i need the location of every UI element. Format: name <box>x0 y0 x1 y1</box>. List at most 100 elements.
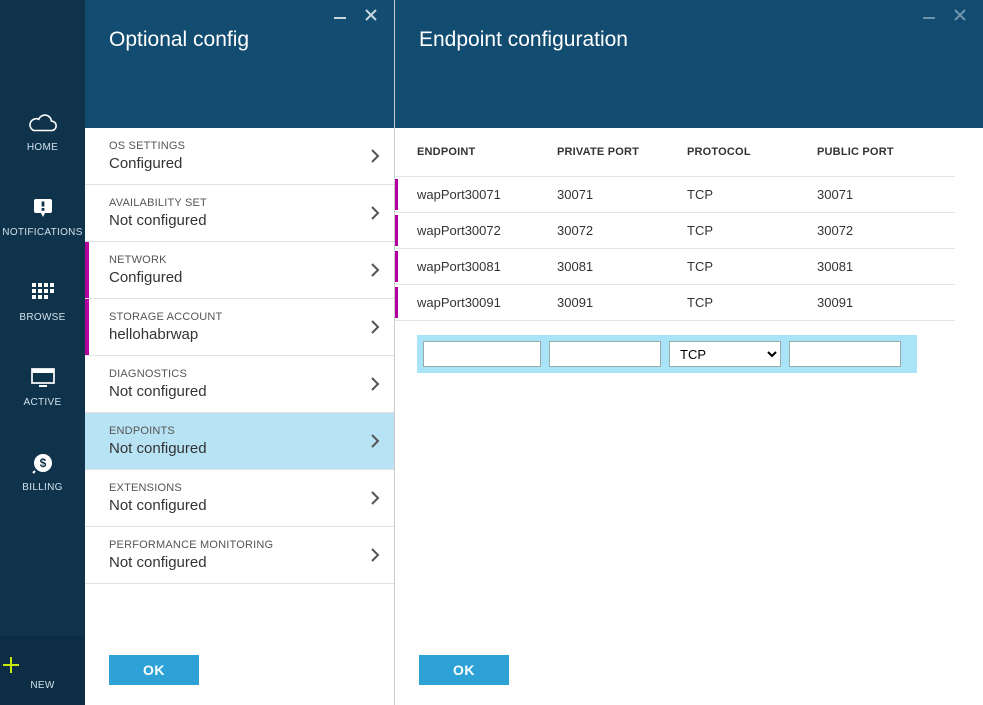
config-item-value: Configured <box>109 269 356 286</box>
col-private-port: PRIVATE PORT <box>557 146 687 158</box>
config-item-extensions[interactable]: EXTENSIONS Not configured <box>85 470 394 527</box>
config-item-performance-monitoring[interactable]: PERFORMANCE MONITORING Not configured <box>85 527 394 584</box>
config-item-endpoints[interactable]: ENDPOINTS Not configured <box>85 413 394 470</box>
config-item-title: DIAGNOSTICS <box>109 368 356 380</box>
config-item-title: STORAGE ACCOUNT <box>109 311 356 323</box>
rail-item-label: ACTIVE <box>0 397 85 408</box>
cell-endpoint: wapPort30081 <box>417 259 557 274</box>
cell-private-port: 30072 <box>557 223 687 238</box>
rail-item-label: HOME <box>0 142 85 153</box>
chevron-right-icon <box>370 547 380 563</box>
cell-private-port: 30071 <box>557 187 687 202</box>
config-item-title: PERFORMANCE MONITORING <box>109 539 356 551</box>
config-item-title: OS SETTINGS <box>109 140 356 152</box>
panels: Optional config OS SETTINGS Configured AVA… <box>85 0 983 705</box>
table-row[interactable]: wapPort3009130091TCP30091 <box>395 284 955 321</box>
panel-footer: OK <box>395 635 983 705</box>
config-item-value: Not configured <box>109 383 356 400</box>
chevron-right-icon <box>370 490 380 506</box>
public-port-input[interactable] <box>789 341 901 367</box>
cell-private-port: 30091 <box>557 295 687 310</box>
minimize-icon[interactable] <box>334 8 346 22</box>
plus-icon <box>0 654 85 676</box>
chevron-right-icon <box>370 205 380 221</box>
cloud-icon <box>0 108 85 138</box>
table-row[interactable]: wapPort3007130071TCP30071 <box>395 176 955 212</box>
config-item-title: ENDPOINTS <box>109 425 356 437</box>
svg-text:$: $ <box>39 456 46 470</box>
cell-public-port: 30071 <box>817 187 947 202</box>
close-icon[interactable] <box>953 8 967 22</box>
rail-item-browse[interactable]: BROWSE <box>0 260 85 345</box>
cell-public-port: 30091 <box>817 295 947 310</box>
config-item-title: NETWORK <box>109 254 356 266</box>
rail-items: HOME NOTIFICATIONS BROWSE ACTIVE <box>0 0 85 636</box>
private-port-input[interactable] <box>549 341 661 367</box>
panel-header: Endpoint configuration <box>395 0 983 128</box>
panel-endpoint-configuration: Endpoint configuration ENDPOINT PRIVATE … <box>395 0 983 705</box>
config-item-value: Not configured <box>109 212 356 229</box>
table-row[interactable]: wapPort3007230072TCP30072 <box>395 212 955 248</box>
col-public-port: PUBLIC PORT <box>817 146 947 158</box>
protocol-select[interactable]: TCPUDP <box>669 341 781 367</box>
billing-icon: $ <box>0 448 85 478</box>
cell-private-port: 30081 <box>557 259 687 274</box>
cell-protocol: TCP <box>687 187 817 202</box>
panel-optional-config: Optional config OS SETTINGS Configured AVA… <box>85 0 395 705</box>
panel-title: Endpoint configuration <box>419 28 961 52</box>
panel-footer: OK <box>85 635 394 705</box>
panel-header: Optional config <box>85 0 394 128</box>
endpoint-name-input[interactable] <box>423 341 541 367</box>
left-rail: HOME NOTIFICATIONS BROWSE ACTIVE <box>0 0 85 705</box>
cell-public-port: 30081 <box>817 259 947 274</box>
rail-item-home[interactable]: HOME <box>0 90 85 175</box>
config-item-value: hellohabrwap <box>109 326 356 343</box>
rail-item-label: BROWSE <box>0 312 85 323</box>
rail-item-label: BILLING <box>0 482 85 493</box>
chevron-right-icon <box>370 319 380 335</box>
rail-item-label: NEW <box>0 680 85 691</box>
cell-endpoint: wapPort30072 <box>417 223 557 238</box>
config-item-network[interactable]: NETWORK Configured <box>85 242 394 299</box>
rail-item-label: NOTIFICATIONS <box>0 227 85 238</box>
cell-protocol: TCP <box>687 223 817 238</box>
cell-protocol: TCP <box>687 259 817 274</box>
config-item-value: Not configured <box>109 440 356 457</box>
config-item-value: Not configured <box>109 554 356 571</box>
rail-item-notifications[interactable]: NOTIFICATIONS <box>0 175 85 260</box>
config-item-title: AVAILABILITY SET <box>109 197 356 209</box>
config-list: OS SETTINGS Configured AVAILABILITY SET Not… <box>85 128 394 635</box>
config-item-value: Configured <box>109 155 356 172</box>
config-item-storage-account[interactable]: STORAGE ACCOUNT hellohabrwap <box>85 299 394 356</box>
col-protocol: PROTOCOL <box>687 146 817 158</box>
grid-icon <box>0 278 85 308</box>
chevron-right-icon <box>370 148 380 164</box>
config-item-os-settings[interactable]: OS SETTINGS Configured <box>85 128 394 185</box>
panel-title: Optional config <box>109 28 372 52</box>
col-endpoint: ENDPOINT <box>417 146 557 158</box>
monitor-icon <box>0 363 85 393</box>
cell-endpoint: wapPort30071 <box>417 187 557 202</box>
close-icon[interactable] <box>364 8 378 22</box>
chevron-right-icon <box>370 376 380 392</box>
table-row[interactable]: wapPort3008130081TCP30081 <box>395 248 955 284</box>
config-item-diagnostics[interactable]: DIAGNOSTICS Not configured <box>85 356 394 413</box>
minimize-icon[interactable] <box>923 8 935 22</box>
rail-item-new[interactable]: NEW <box>0 636 85 705</box>
notification-icon <box>0 193 85 223</box>
config-item-value: Not configured <box>109 497 356 514</box>
config-item-title: EXTENSIONS <box>109 482 356 494</box>
chevron-right-icon <box>370 433 380 449</box>
cell-endpoint: wapPort30091 <box>417 295 557 310</box>
cell-public-port: 30072 <box>817 223 947 238</box>
rail-item-billing[interactable]: $ BILLING <box>0 430 85 515</box>
config-item-availability-set[interactable]: AVAILABILITY SET Not configured <box>85 185 394 242</box>
ok-button[interactable]: OK <box>109 655 199 685</box>
ok-button[interactable]: OK <box>419 655 509 685</box>
chevron-right-icon <box>370 262 380 278</box>
endpoint-table: ENDPOINT PRIVATE PORT PROTOCOL PUBLIC PO… <box>395 128 983 635</box>
rail-item-active[interactable]: ACTIVE <box>0 345 85 430</box>
table-header-row: ENDPOINT PRIVATE PORT PROTOCOL PUBLIC PO… <box>395 146 955 176</box>
new-endpoint-row: TCPUDP <box>417 335 917 373</box>
cell-protocol: TCP <box>687 295 817 310</box>
